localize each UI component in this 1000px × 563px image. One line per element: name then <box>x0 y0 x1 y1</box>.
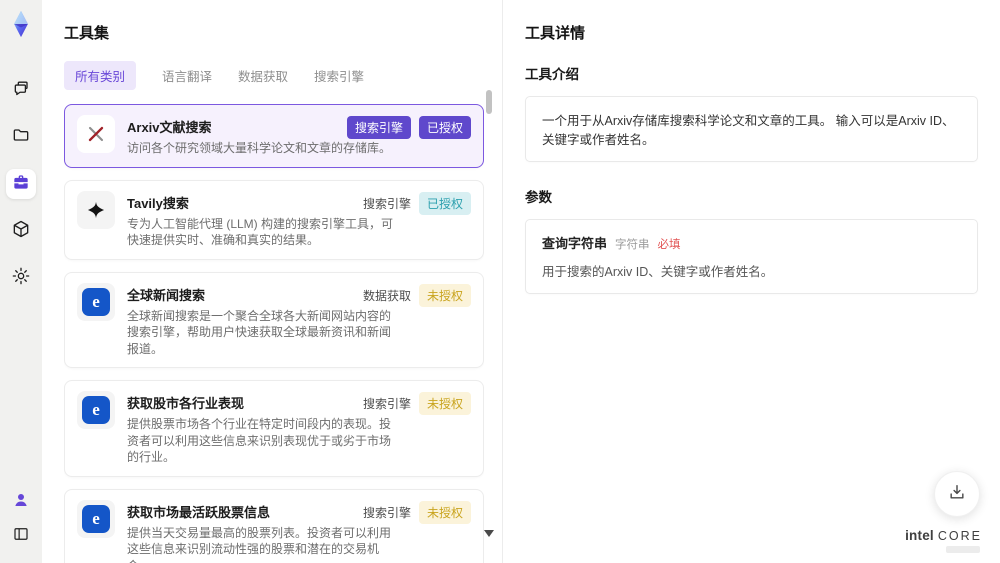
param-box: 查询字符串 字符串 必填 用于搜索的Arxiv ID、关键字或作者姓名。 <box>525 219 978 294</box>
folder-icon <box>11 125 31 150</box>
settings-icon <box>11 266 31 291</box>
tool-desc: 全球新闻搜索是一个聚合全球各大新闻网站内容的搜索引擎，帮助用户快速获取全球最新资… <box>127 308 392 356</box>
category-tag: 搜索引擎 <box>362 397 411 411</box>
auth-status-badge: 已授权 <box>418 191 471 215</box>
tool-tags: 搜索引擎 已授权 <box>346 116 471 139</box>
tools-panel: 工具集 所有类别 语言翻译 数据获取 搜索引擎 Arxiv文献搜索 访问各个研究领域大… <box>42 0 502 563</box>
tool-icon: e <box>77 282 115 321</box>
tool-title: Tavily搜索 <box>127 195 189 211</box>
scroll-down-icon[interactable] <box>484 530 494 537</box>
tool-desc: 专为人工智能代理 (LLM) 构建的搜索引擎工具，可快速提供实时、准确和真实的结… <box>127 216 394 248</box>
tab-3[interactable]: 搜索引擎 <box>314 61 364 90</box>
tool-desc: 提供股票市场各个行业在特定时间段内的表现。投资者可以利用这些信息来识别表现优于或… <box>127 417 392 464</box>
panel-layout-icon <box>12 525 30 548</box>
tool-title: 全球新闻搜索 <box>127 287 206 303</box>
tool-tags: 数据获取 未授权 <box>362 283 471 307</box>
tool-desc: 提供当天交易量最高的股票列表。投资者可以利用这些信息来识别流动性强的股票和潜在的… <box>127 525 392 563</box>
sidebar-rail <box>0 0 42 563</box>
sidebar-item-panel-layout[interactable] <box>8 523 34 549</box>
brand-intel-text: intel <box>905 528 934 543</box>
brand-core-text: core <box>937 529 982 543</box>
intro-text: 一个用于从Arxiv存储库搜索科学论文和文章的工具。 输入可以是Arxiv ID… <box>542 114 955 147</box>
category-tag: 搜索引擎 <box>346 116 411 139</box>
chat-icon <box>11 78 31 103</box>
tool-tags: 搜索引擎 未授权 <box>363 392 471 415</box>
intro-heading: 工具介绍 <box>525 67 579 82</box>
tab-1[interactable]: 语言翻译 <box>162 61 212 90</box>
sidebar-item-user[interactable] <box>8 489 34 515</box>
tab-0[interactable]: 所有类别 <box>64 61 137 90</box>
param-name: 查询字符串 <box>542 236 608 251</box>
details-title: 工具详情 <box>525 25 586 42</box>
param-type: 字符串 <box>615 239 650 251</box>
intro-box: 一个用于从Arxiv存储库搜索科学论文和文章的工具。 输入可以是Arxiv ID… <box>525 96 978 162</box>
download-icon <box>947 482 967 507</box>
tool-card-list: Arxiv文献搜索 访问各个研究领域大量科学论文和文章的存储库。 搜索引擎 已授… <box>64 104 484 563</box>
user-icon <box>12 491 30 514</box>
sidebar-item-chat[interactable] <box>6 75 36 105</box>
tab-2[interactable]: 数据获取 <box>238 61 288 90</box>
sidebar-bottom <box>8 489 34 549</box>
param-required-badge: 必填 <box>657 239 681 251</box>
tool-card[interactable]: e 获取股市各行业表现 提供股票市场各个行业在特定时间段内的表现。投资者可以利用… <box>64 380 484 477</box>
params-heading: 参数 <box>525 190 552 205</box>
download-button[interactable] <box>934 471 980 517</box>
tool-tags: 搜索引擎 已授权 <box>362 191 471 215</box>
tool-icon <box>77 190 115 229</box>
tool-card[interactable]: Arxiv文献搜索 访问各个研究领域大量科学论文和文章的存储库。 搜索引擎 已授… <box>64 104 484 168</box>
scrollbar[interactable] <box>484 90 494 545</box>
auth-status-badge: 已授权 <box>418 116 471 139</box>
sidebar-item-toolbox[interactable] <box>6 169 36 199</box>
param-desc: 用于搜索的Arxiv ID、关键字或作者姓名。 <box>542 265 774 279</box>
scrollbar-thumb[interactable] <box>486 90 492 114</box>
sidebar-nav <box>6 75 36 293</box>
tool-icon <box>77 115 115 153</box>
category-tag: 数据获取 <box>362 288 411 303</box>
auth-status-badge: 未授权 <box>418 500 471 524</box>
category-tag: 搜索引擎 <box>362 196 411 211</box>
param-header: 查询字符串 字符串 必填 <box>542 233 961 252</box>
app-window: 工具集 所有类别 语言翻译 数据获取 搜索引擎 Arxiv文献搜索 访问各个研究领域大… <box>0 0 1000 563</box>
tool-icon: e <box>77 499 115 538</box>
auth-status-badge: 未授权 <box>418 283 471 307</box>
page-title: 工具集 <box>64 25 110 42</box>
sidebar-item-settings[interactable] <box>6 263 36 293</box>
tool-icon: e <box>77 391 115 429</box>
package-icon <box>11 219 31 244</box>
tool-card[interactable]: e 获取市场最活跃股票信息 提供当天交易量最高的股票列表。投资者可以利用这些信息… <box>64 488 484 563</box>
intel-core-logo: intel core <box>905 528 982 553</box>
tool-tags: 搜索引擎 未授权 <box>362 500 471 524</box>
category-tag: 搜索引擎 <box>362 505 411 520</box>
tool-title: 获取股市各行业表现 <box>127 396 245 411</box>
sidebar-item-package[interactable] <box>6 216 36 246</box>
tool-details-panel: 工具详情 工具介绍 一个用于从Arxiv存储库搜索科学论文和文章的工具。 输入可… <box>502 0 1000 563</box>
category-tabs: 所有类别 语言翻译 数据获取 搜索引擎 <box>64 61 502 90</box>
tool-title: 获取市场最活跃股票信息 <box>127 504 271 520</box>
app-logo[interactable] <box>6 9 36 39</box>
tool-card[interactable]: e 全球新闻搜索 全球新闻搜索是一个聚合全球各大新闻网站内容的搜索引擎，帮助用户… <box>64 271 484 368</box>
brand-watermark <box>946 546 980 553</box>
tool-desc: 访问各个研究领域大量科学论文和文章的存储库。 <box>127 141 392 155</box>
auth-status-badge: 未授权 <box>418 392 471 415</box>
tool-card[interactable]: Tavily搜索 专为人工智能代理 (LLM) 构建的搜索引擎工具，可快速提供实… <box>64 179 484 260</box>
toolbox-icon <box>11 172 31 197</box>
sidebar-item-folder[interactable] <box>6 122 36 152</box>
